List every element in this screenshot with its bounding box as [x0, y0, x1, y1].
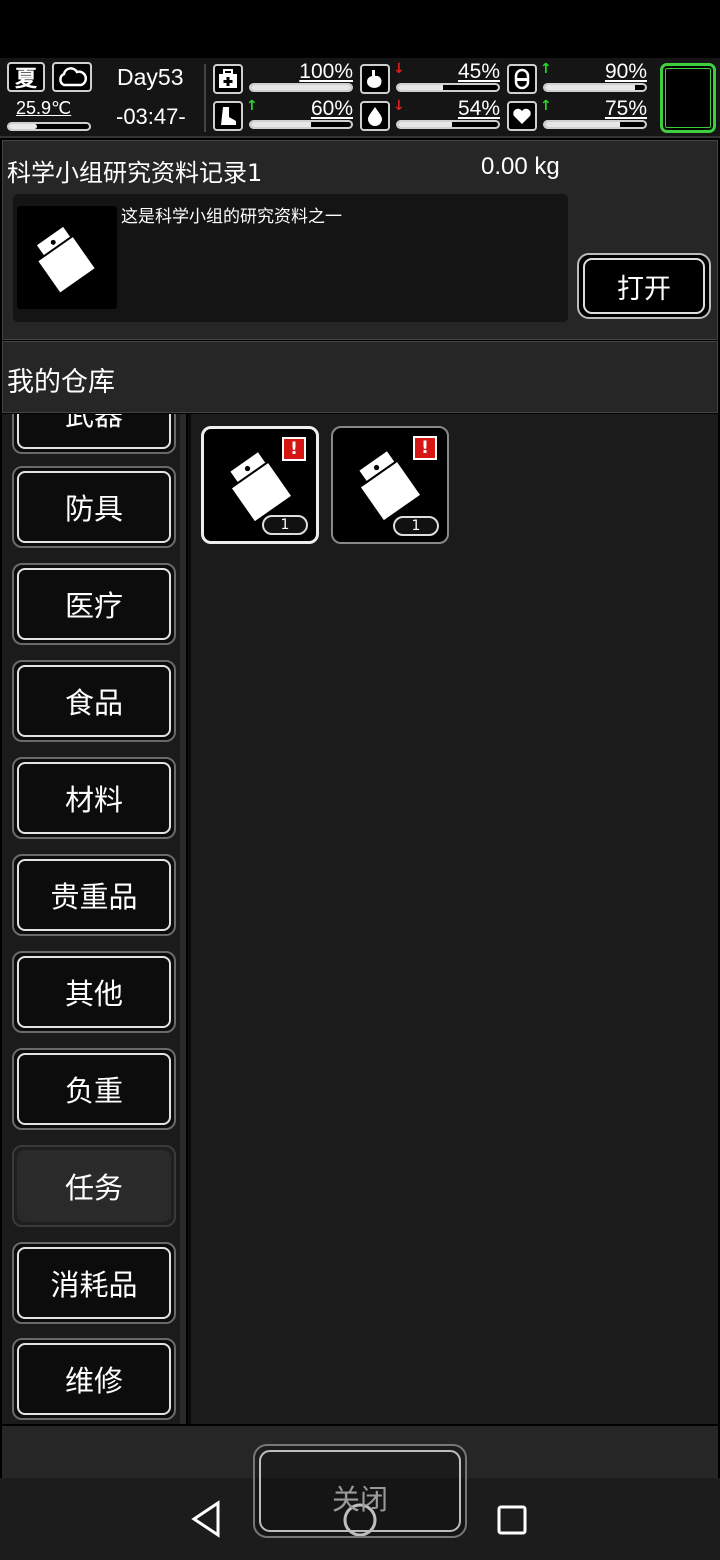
medkit-icon	[213, 64, 243, 94]
item-count: 1	[393, 516, 439, 536]
warehouse-title: 我的仓库	[7, 367, 115, 398]
close-button[interactable]: 关闭	[253, 1444, 467, 1538]
stat-trend-arrow: ↑	[540, 61, 552, 77]
category-label: 其他	[17, 956, 171, 1028]
item-description-panel: 这是科学小组的研究资料之一	[13, 194, 568, 322]
stat-hunger: ↓ 45%	[360, 60, 500, 94]
stat-mood: ↑ 75%	[507, 97, 647, 131]
heart-icon	[507, 101, 537, 131]
stat-value: 60%	[310, 97, 353, 120]
document-icon	[17, 206, 117, 309]
stat-fill	[545, 85, 635, 90]
new-item-badge: !	[282, 437, 306, 461]
category-label: 负重	[17, 1053, 171, 1125]
new-item-badge: !	[413, 436, 437, 460]
stat-value: 45%	[457, 60, 500, 83]
stat-trend-arrow: ↑	[540, 98, 552, 114]
item-weight: 0.00 kg	[481, 153, 560, 180]
game-clock: -03:47-	[116, 104, 186, 129]
stat-value: 100%	[299, 60, 353, 83]
season-badge: 夏	[7, 62, 45, 92]
item-description: 这是科学小组的研究资料之一	[121, 207, 342, 227]
recents-square-icon[interactable]	[496, 1504, 528, 1536]
category-label: 贵重品	[17, 859, 171, 931]
temperature-readout: 25.9℃	[16, 98, 72, 118]
stat-value: 90%	[604, 60, 647, 83]
item-count: 1	[262, 515, 308, 535]
back-triangle-icon[interactable]	[190, 1500, 222, 1538]
stat-trend-arrow: ↓	[393, 61, 405, 77]
item-grid: ! 1 ! 1	[188, 414, 718, 1424]
stat-fill	[251, 85, 351, 90]
temperature-fill	[9, 124, 37, 129]
season-label: 夏	[14, 67, 37, 92]
category-repair[interactable]: 维修	[12, 1338, 176, 1420]
stat-fill	[545, 122, 620, 127]
stat-value: 75%	[604, 97, 647, 120]
stat-bar	[249, 83, 353, 92]
cloud-icon	[52, 62, 92, 92]
equipped-slot[interactable]	[660, 63, 716, 133]
inventory-slot[interactable]: ! 1	[331, 426, 449, 544]
category-label: 维修	[17, 1343, 171, 1415]
item-name: 科学小组研究资料记录1	[7, 159, 263, 187]
stat-health: 100%	[213, 60, 353, 94]
stat-thirst: ↓ 54%	[360, 97, 500, 131]
inventory-slot[interactable]: ! 1	[201, 426, 319, 544]
stat-stamina: ↑ 60%	[213, 97, 353, 131]
category-label: 防具	[17, 471, 171, 543]
stat-bar	[249, 120, 353, 129]
category-materials[interactable]: 材料	[12, 757, 176, 839]
stat-bar	[543, 83, 647, 92]
stat-fill	[251, 122, 311, 127]
water-drop-icon	[360, 101, 390, 131]
category-armor[interactable]: 防具	[12, 466, 176, 548]
close-button-label: 关闭	[259, 1450, 461, 1532]
stat-bar	[543, 120, 647, 129]
temperature-bar	[7, 122, 91, 131]
warehouse-header: 我的仓库	[2, 341, 718, 413]
category-quest[interactable]: 任务	[12, 1145, 176, 1227]
category-consumables[interactable]: 消耗品	[12, 1242, 176, 1324]
hud-bar: 夏 25.9℃ Day53 -03:47- 100% ↓ 45% ↑ 90% ↑	[0, 58, 720, 138]
category-other[interactable]: 其他	[12, 951, 176, 1033]
system-status-bar	[0, 0, 720, 58]
category-load[interactable]: 负重	[12, 1048, 176, 1130]
stat-value: 54%	[457, 97, 500, 120]
pill-icon	[507, 64, 537, 94]
stomach-icon	[360, 64, 390, 94]
stat-bar	[396, 83, 500, 92]
category-medical[interactable]: 医疗	[12, 563, 176, 645]
open-button-label: 打开	[583, 258, 705, 314]
category-food[interactable]: 食品	[12, 660, 176, 742]
stamina-icon	[213, 101, 243, 131]
category-label: 消耗品	[17, 1247, 171, 1319]
stat-mental: ↑ 90%	[507, 60, 647, 94]
open-button[interactable]: 打开	[577, 253, 711, 319]
stat-bar	[396, 120, 500, 129]
day-counter: Day53	[117, 64, 184, 90]
category-label: 医疗	[17, 568, 171, 640]
stat-fill	[398, 85, 443, 90]
category-weapons[interactable]: 武器	[12, 414, 176, 454]
category-scrollbar[interactable]	[180, 414, 186, 1424]
stat-trend-arrow: ↓	[393, 98, 405, 114]
stat-fill	[398, 122, 452, 127]
category-label: 任务	[17, 1150, 171, 1222]
hud-divider	[204, 64, 206, 132]
category-label: 武器	[17, 414, 171, 449]
category-list[interactable]: 武器 防具 医疗 食品 材料 贵重品 其他 负重 任务 消耗品 维修	[2, 414, 186, 1424]
stat-trend-arrow: ↑	[246, 98, 258, 114]
item-detail-panel: 科学小组研究资料记录1 0.00 kg 这是科学小组的研究资料之一 打开	[2, 140, 718, 340]
category-label: 食品	[17, 665, 171, 737]
category-valuables[interactable]: 贵重品	[12, 854, 176, 936]
category-label: 材料	[17, 762, 171, 834]
